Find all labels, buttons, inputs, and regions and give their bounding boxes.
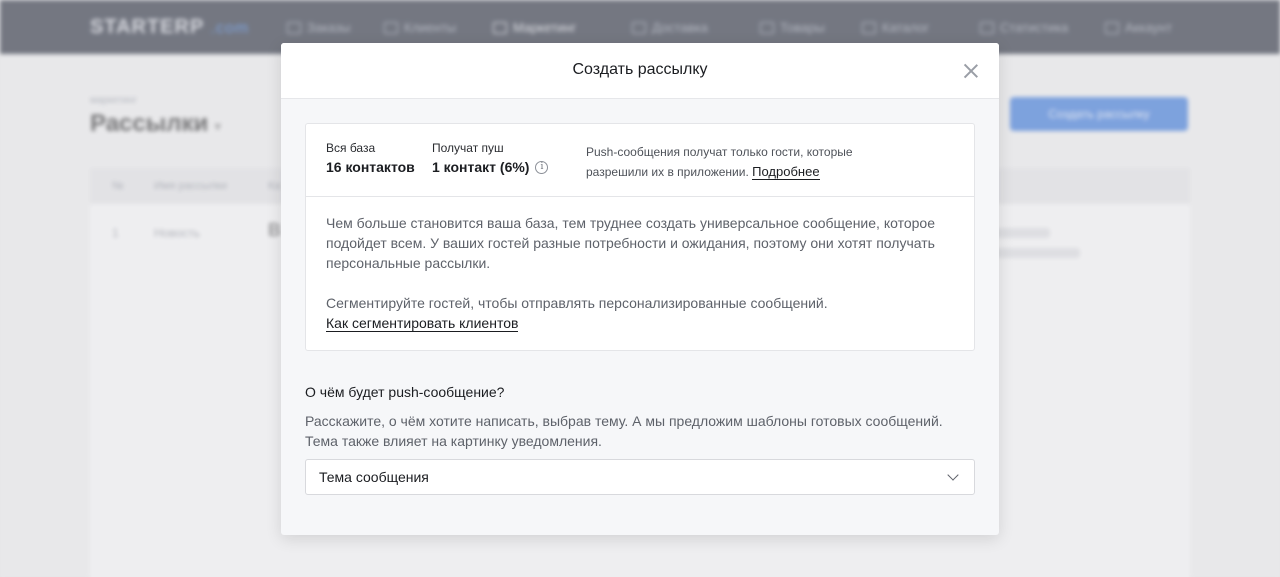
chevron-down-icon xyxy=(947,469,959,481)
segment-paragraph: Сегментируйте гостей, чтобы отправлять п… xyxy=(326,293,954,333)
modal-title: Создать рассылку xyxy=(572,61,708,78)
push-recipients-value: 1 контакт (6%) i xyxy=(432,159,549,175)
info-icon[interactable]: i xyxy=(535,160,549,174)
segment-text: Сегментируйте гостей, чтобы отправлять п… xyxy=(326,295,828,311)
segmentation-info: Чем больше становится ваша база, тем тру… xyxy=(306,197,974,333)
stats-row: Вся база 16 контактов Получат пуш 1 конт… xyxy=(306,124,974,197)
audience-stats-card: Вся база 16 контактов Получат пуш 1 конт… xyxy=(305,123,975,351)
total-contacts-value: 16 контактов xyxy=(326,159,415,175)
message-topic-select[interactable]: Тема сообщения xyxy=(305,459,975,495)
push-recipients-count: 1 контакт (6%) xyxy=(432,159,530,175)
select-placeholder: Тема сообщения xyxy=(319,469,429,485)
push-note: Push-сообщения получат только гости, кот… xyxy=(586,142,906,182)
info-paragraph: Чем больше становится ваша база, тем тру… xyxy=(326,215,935,271)
modal-header: Создать рассылку xyxy=(281,43,999,99)
how-to-segment-link[interactable]: Как сегментировать клиентов xyxy=(326,315,519,332)
push-recipients-label: Получат пуш xyxy=(432,141,504,155)
close-icon[interactable] xyxy=(963,63,979,79)
total-contacts-stat: Вся база 16 контактов xyxy=(326,141,415,175)
topic-question: О чём будет push-сообщение? xyxy=(305,384,505,400)
total-contacts-label: Вся база xyxy=(326,141,376,155)
learn-more-link[interactable]: Подробнее xyxy=(752,164,820,180)
create-mailing-modal: Создать рассылку Вся база 16 контактов П… xyxy=(281,43,999,535)
push-recipients-stat: Получат пуш 1 контакт (6%) i xyxy=(432,141,549,175)
topic-description: Расскажите, о чём хотите написать, выбра… xyxy=(305,413,943,449)
